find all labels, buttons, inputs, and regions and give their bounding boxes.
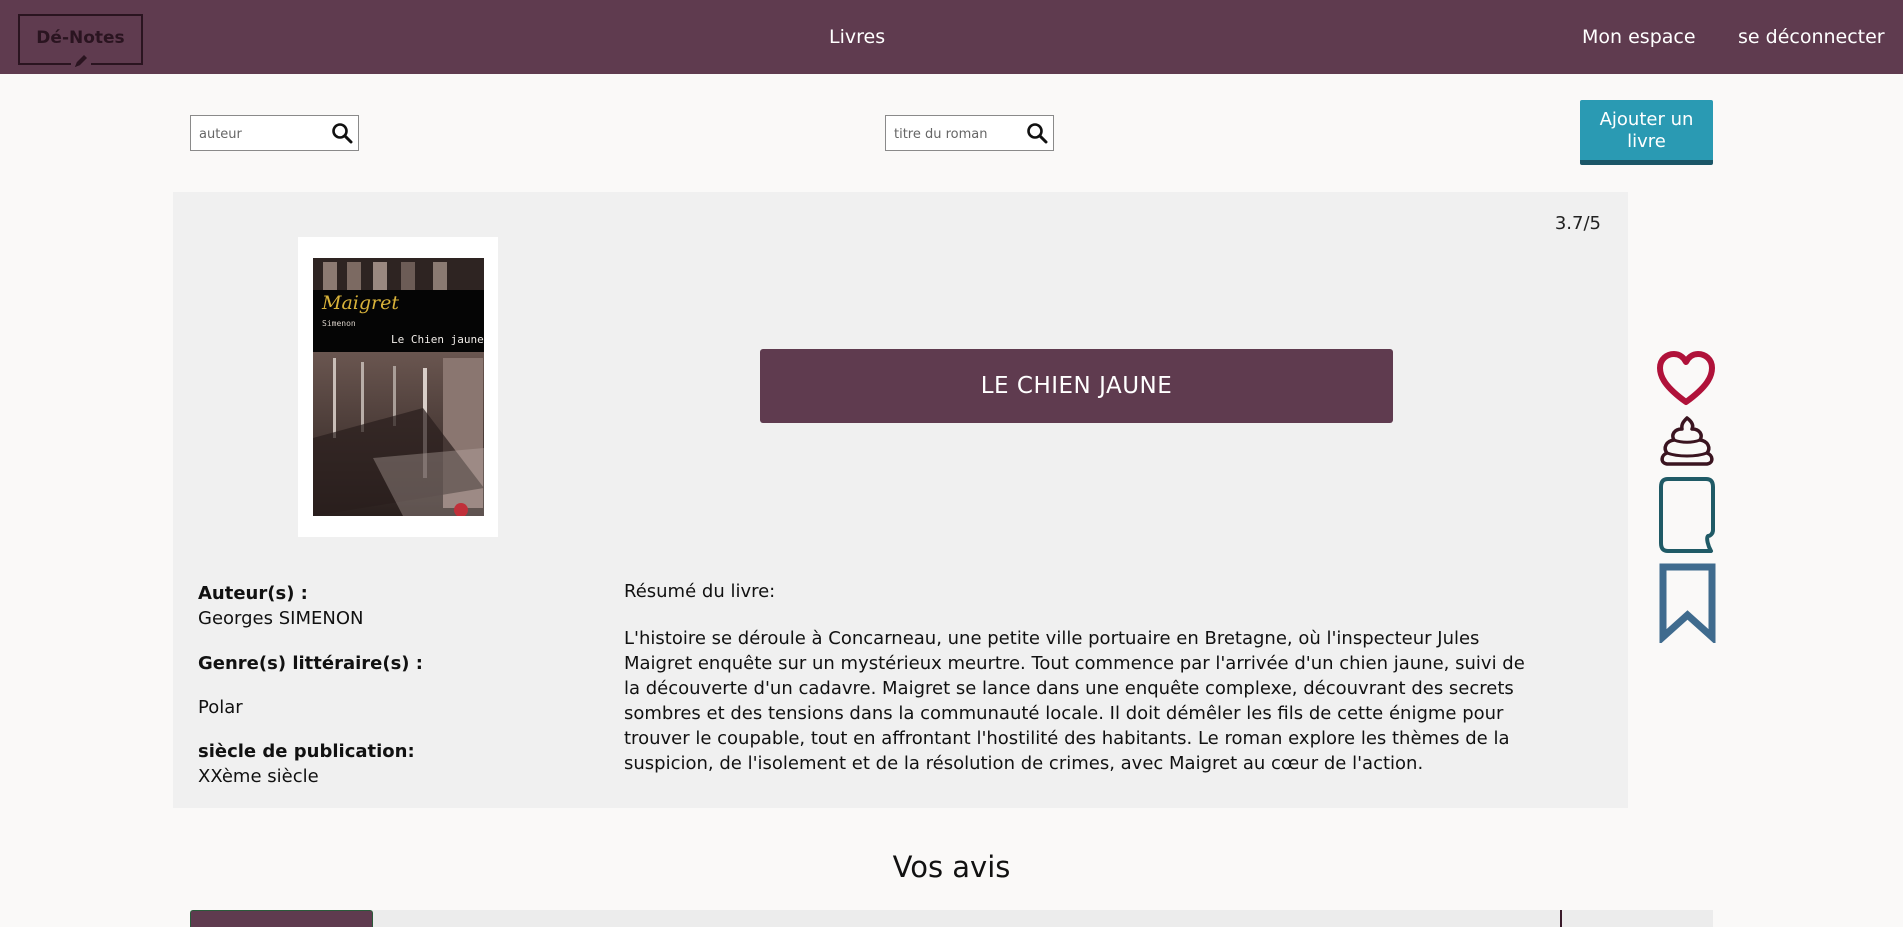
book-card: 3.7/5 Maigret Simenon Le Chien jaune LE … [173, 192, 1628, 808]
author-label: Auteur(s) : [198, 583, 308, 604]
note-icon[interactable] [1658, 476, 1716, 554]
add-book-label-line1: Ajouter un [1599, 109, 1694, 130]
add-book-button[interactable]: Ajouter un livre [1580, 100, 1713, 165]
cover-series-text: Maigret [322, 292, 399, 314]
title-search-box [885, 115, 1054, 151]
author-search-input[interactable] [199, 124, 319, 144]
nav-link-logout[interactable]: se déconnecter [1738, 26, 1885, 48]
author-search-box [190, 115, 359, 151]
logo[interactable]: Dé-Notes [18, 14, 143, 69]
heart-icon[interactable] [1656, 350, 1716, 408]
book-title-button[interactable]: LE CHIEN JAUNE [760, 349, 1393, 423]
book-cover-image: Maigret Simenon Le Chien jaune [313, 258, 484, 516]
summary-text: L'histoire se déroule à Concarneau, une … [624, 628, 1525, 774]
book-cover-frame: Maigret Simenon Le Chien jaune [298, 237, 498, 537]
reviews-heading: Vos avis [892, 850, 1011, 884]
search-icon[interactable] [1026, 122, 1048, 144]
pencil-icon [70, 53, 91, 69]
title-search-input[interactable] [894, 124, 1014, 144]
cover-author-text: Simenon [322, 319, 356, 328]
cover-title-text: Le Chien jaune [391, 333, 484, 346]
century-label: siècle de publication: [198, 741, 415, 762]
century-value: XXème siècle [198, 766, 319, 787]
genre-info: Genre(s) littéraire(s) : [198, 651, 423, 676]
author-info: Auteur(s) : Georges SIMENON [198, 581, 363, 631]
nav-link-books[interactable]: Livres [829, 26, 885, 48]
book-rating: 3.7/5 [1554, 213, 1601, 234]
reviews-container [190, 910, 1713, 927]
review-tab[interactable] [190, 910, 373, 927]
genre-label: Genre(s) littéraire(s) : [198, 653, 423, 674]
genre-value: Polar [198, 697, 243, 718]
summary-label: Résumé du livre: [624, 581, 776, 602]
nav-link-my-space[interactable]: Mon espace [1582, 26, 1696, 48]
bookmark-icon[interactable] [1659, 563, 1716, 645]
century-info: siècle de publication: XXème siècle [198, 739, 415, 789]
logo-text: Dé-Notes [36, 28, 125, 48]
reviews-divider [1560, 910, 1562, 927]
top-navbar: Dé-Notes Livres Mon espace se déconnecte… [0, 0, 1903, 74]
search-icon[interactable] [331, 122, 353, 144]
author-value: Georges SIMENON [198, 608, 364, 629]
add-book-label-line2: livre [1627, 131, 1666, 152]
poop-icon[interactable] [1658, 415, 1716, 467]
